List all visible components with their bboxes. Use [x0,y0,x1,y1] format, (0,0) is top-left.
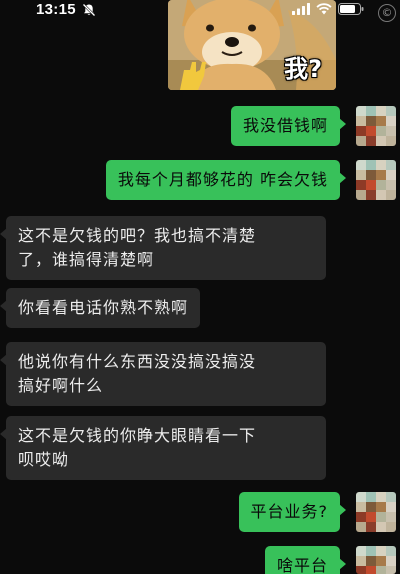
message-row: 我没借钱啊 [0,104,400,148]
battery-icon [338,3,364,15]
system-icons [292,3,364,15]
incoming-message-bubble[interactable]: 你看看电话你熟不熟啊 [0,288,201,328]
outgoing-message-bubble[interactable]: 平台业务? [238,492,346,532]
message-row: 这不是欠钱的你睁大眼睛看一下 呗哎呦 [0,416,400,480]
avatar[interactable] [356,492,396,532]
outgoing-message-bubble[interactable]: 我每个月都够花的 咋会欠钱 [105,160,347,200]
message-row: 啥平台 [0,544,400,574]
message-row: 我每个月都够花的 咋会欠钱 [0,158,400,202]
message-line: 了，谁搞得清楚啊 [18,250,155,269]
outgoing-message-bubble[interactable]: 啥平台 [264,546,347,574]
avatar[interactable] [356,546,396,574]
outgoing-message-bubble[interactable]: 我没借钱啊 [230,106,347,146]
incoming-message-bubble[interactable]: 他说你有什么东西没没搞没搞没 搞好啊什么 [0,342,326,406]
signal-icon [292,3,310,15]
message-line: 呗哎呦 [18,450,70,469]
status-time: 13:15 [36,1,76,18]
message-row: 这不是欠钱的吧？我也搞不清楚 了，谁搞得清楚啊 [0,216,400,280]
message-line: 这不是欠钱的你睁大眼睛看一下 [18,426,257,445]
message-line: 搞好啊什么 [18,376,104,395]
avatar[interactable] [356,106,396,146]
status-bar: 13:15 © [0,0,400,22]
message-line: 他说你有什么东西没没搞没搞没 [18,352,257,371]
bell-muted-icon [82,3,96,17]
message-row: 他说你有什么东西没没搞没搞没 搞好啊什么 [0,342,400,406]
message-line: 这不是欠钱的吧？我也搞不清楚 [18,226,257,245]
wifi-icon [316,3,332,15]
message-row: 你看看电话你熟不熟啊 [0,288,400,328]
message-row: 平台业务? [0,490,400,532]
incoming-message-bubble[interactable]: 这不是欠钱的吧？我也搞不清楚 了，谁搞得清楚啊 [0,216,326,280]
incoming-message-bubble[interactable]: 这不是欠钱的你睁大眼睛看一下 呗哎呦 [0,416,326,480]
sticker-caption: 我? [284,55,322,83]
corner-badge: © [378,4,396,22]
avatar[interactable] [356,160,396,200]
